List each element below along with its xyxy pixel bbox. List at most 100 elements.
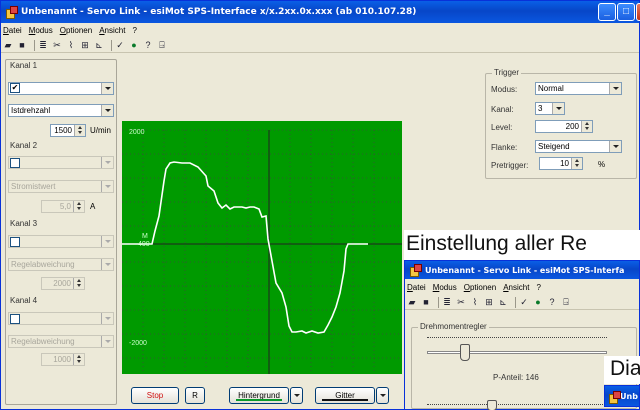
globe-icon[interactable]: ● [129,40,139,50]
second-menu-bar: Datei Modus Optionen Ansicht ? [405,280,639,295]
spin-arrows-icon[interactable] [74,125,85,136]
close-button[interactable]: × [636,3,640,21]
reset-button[interactable]: R [185,387,205,404]
kanal1-checkbox[interactable]: ✔ [10,83,20,93]
help-icon[interactable]: ? [547,297,557,307]
trigger-flanke-select[interactable]: Steigend [535,140,622,153]
scope-marker-label: M [142,233,148,240]
spin-arrows-icon[interactable] [73,278,84,289]
second-title-bar[interactable]: Unbenannt - Servo Link - esiMot SPS-Inte… [405,261,639,279]
stop-button[interactable]: Stop [131,387,179,404]
help-icon[interactable]: ? [143,40,153,50]
save-icon[interactable]: ■ [17,40,27,50]
kanal1-enable-combo[interactable] [8,82,114,95]
kanal4-signal-select[interactable]: Regelabweichung [8,335,114,348]
check-icon[interactable]: ✓ [115,40,125,50]
caption-dia: Dia [610,357,640,380]
kanal3-enable-combo[interactable] [8,235,114,248]
trigger-kanal-label: Kanal: [491,105,514,114]
p-anteil-label: P-Anteil: 146 [493,373,539,382]
open-icon[interactable]: ▰ [407,297,417,307]
chevron-down-icon [101,236,113,247]
chevron-down-icon [380,394,386,397]
spin-arrows-icon[interactable] [73,201,84,212]
kanal4-enable-combo[interactable] [8,312,114,325]
kanal2-enable-combo[interactable] [8,156,114,169]
kanal1-signal-select[interactable]: Istdrehzahl [8,104,114,117]
menu-datei[interactable]: Datei [407,283,426,292]
menu-optionen[interactable]: Optionen [60,26,92,35]
kanal4-signal-value: Regelabweichung [11,337,75,346]
kanal2-signal-select[interactable]: Stromistwert [8,180,114,193]
menu-help[interactable]: ? [132,26,136,35]
background-dropdown[interactable] [290,387,303,404]
chart-icon[interactable]: ⊾ [94,40,104,50]
spin-arrows-icon[interactable] [73,354,84,365]
p-anteil-slider-track[interactable] [427,351,607,354]
properties-icon[interactable]: ≣ [442,297,452,307]
menu-modus[interactable]: Modus [29,26,53,35]
chevron-down-icon [609,141,621,152]
menu-optionen[interactable]: Optionen [464,283,496,292]
check-icon[interactable]: ✓ [519,297,529,307]
trigger-kanal-value: 3 [538,104,543,113]
tools-icon[interactable]: ✂ [52,40,62,50]
kanal3-signal-select[interactable]: Regelabweichung [8,258,114,271]
trigger-kanal-select[interactable]: 3 [535,102,565,115]
kanal3-scale-spinner[interactable]: 2000 [41,277,85,290]
caption-overlay-2: Dia [604,356,640,384]
kanal2-label: Kanal 2 [10,141,38,150]
signal-icon[interactable]: ⌇ [470,297,480,307]
properties-icon[interactable]: ≣ [38,40,48,50]
kanal3-signal-value: Regelabweichung [11,260,75,269]
oscilloscope-display[interactable]: 2000 M 400 -2000 [122,121,402,374]
p-anteil-slider-thumb[interactable] [460,344,470,361]
app-icon[interactable] [608,391,621,404]
kanal2-scale-spinner[interactable]: 5,0 [41,200,85,213]
save-icon[interactable]: ■ [421,297,431,307]
chart-icon[interactable]: ⊾ [498,297,508,307]
open-icon[interactable]: ▰ [3,40,13,50]
grid-dropdown[interactable] [376,387,389,404]
chevron-down-icon [101,181,113,192]
tools-icon[interactable]: ✂ [456,297,466,307]
app-icon[interactable] [409,264,422,277]
grid-color-button[interactable]: Gitter [315,387,375,404]
menu-datei[interactable]: Datei [3,26,22,35]
slider-ticks [427,337,607,339]
kanal3-checkbox[interactable] [10,237,20,247]
kanal4-scale-spinner[interactable]: 1000 [41,353,85,366]
network-icon[interactable]: ⊞ [80,40,90,50]
trigger-modus-select[interactable]: Normal [535,82,622,95]
exit-icon[interactable]: ⍈ [561,297,571,307]
drehmomentregler-title: Drehmomentregler [418,322,489,331]
menu-ansicht[interactable]: Ansicht [503,283,529,292]
globe-icon[interactable]: ● [533,297,543,307]
minimize-button[interactable]: _ [598,3,616,21]
background-color-button[interactable]: Hintergrund [229,387,289,404]
menu-modus[interactable]: Modus [433,283,457,292]
y-tick-mid: 400 [138,241,150,248]
trigger-modus-label: Modus: [491,85,518,94]
trigger-level-spinner[interactable]: 200 [535,120,593,133]
second-slider-thumb[interactable] [487,400,497,410]
exit-icon[interactable]: ⍈ [157,40,167,50]
kanal2-checkbox[interactable] [10,158,20,168]
maximize-button[interactable]: □ [617,3,635,21]
title-bar[interactable]: Unbenannt - Servo Link - esiMot SPS-Inte… [1,1,639,23]
spin-arrows-icon[interactable] [581,121,592,132]
chevron-down-icon [101,105,113,116]
trigger-pretrigger-spinner[interactable]: 10 [539,157,583,170]
app-icon[interactable] [5,6,18,19]
menu-ansicht[interactable]: Ansicht [99,26,125,35]
spin-arrows-icon[interactable] [571,158,582,169]
kanal1-unit: U/min [90,126,111,135]
signal-icon[interactable]: ⌇ [66,40,76,50]
chevron-down-icon [101,83,113,94]
menu-help[interactable]: ? [536,283,540,292]
kanal1-scale-spinner[interactable]: 1500 [50,124,86,137]
network-icon[interactable]: ⊞ [484,297,494,307]
third-window-title-bar[interactable]: Unb [604,385,640,407]
kanal4-checkbox[interactable] [10,314,20,324]
toolbar-separator [438,296,439,308]
